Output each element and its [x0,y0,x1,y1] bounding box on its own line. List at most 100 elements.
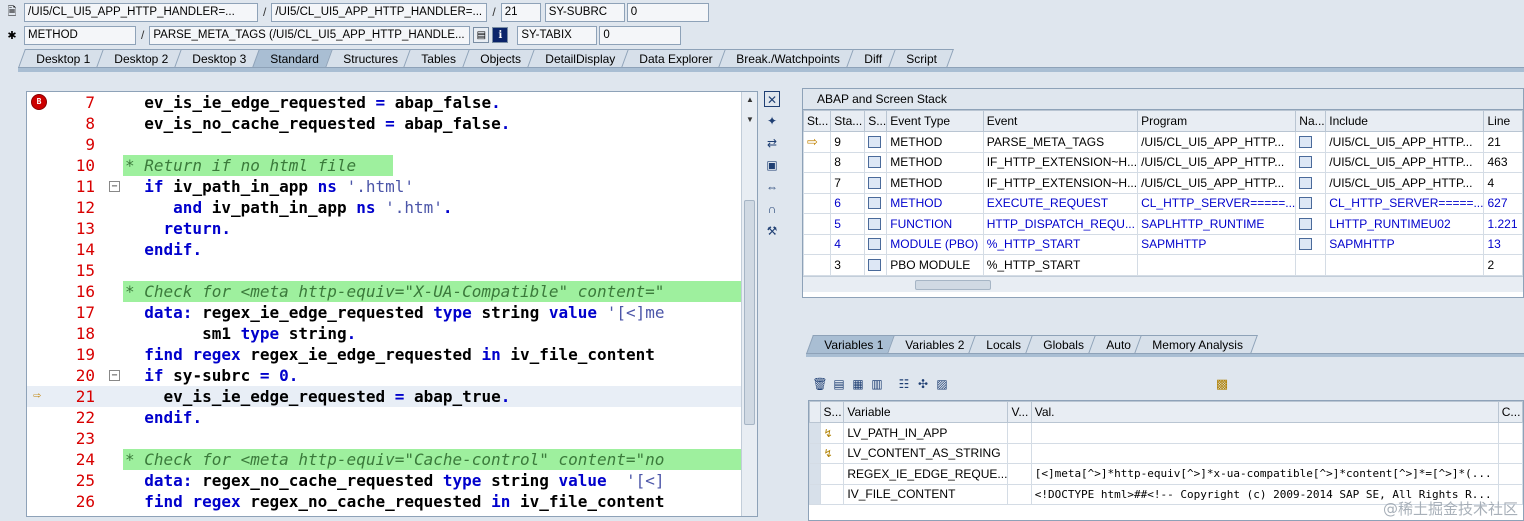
stack-row[interactable]: 5 FUNCTION HTTP_DISPATCH_REQU... SAPLHTTP_R… [803,213,1523,235]
tab-globals[interactable]: Globals [1025,335,1099,354]
navigate-icon[interactable]: ▤ [473,27,490,43]
navigate-icon[interactable] [1299,217,1313,230]
new-tool-icon[interactable]: ✦ [764,113,780,129]
headset-icon[interactable]: ∩ [764,201,780,217]
variable-row[interactable]: REGEX_IE_EDGE_REQUE... [<]meta[^>]*http-e… [809,463,1523,485]
row-selector[interactable] [809,463,821,485]
row-selector[interactable] [809,422,821,444]
breakpoint-icon[interactable]: B [31,94,47,110]
expand-width-icon[interactable]: ⇔ [764,179,780,195]
code-line[interactable]: 20 − if sy-subrc = 0. [27,365,741,386]
code-line[interactable]: 12 and iv_path_in_app ns '.htm'. [27,197,741,218]
scroll-up-icon[interactable]: ▲ [744,94,756,106]
stack-column-header[interactable]: St... [803,110,832,132]
code-line[interactable]: 13 return. [27,218,741,239]
stack-column-header[interactable]: Line [1483,110,1523,132]
info-icon[interactable]: i [492,27,509,43]
close-icon[interactable]: ✕ [764,91,780,107]
stack-row[interactable]: 8 METHOD IF_HTTP_EXTENSION~H.../UI5/CL_UI5… [803,151,1523,173]
variable-column-header[interactable]: Variable [843,401,1009,423]
code-line[interactable]: 19 find regex regex_ie_edge_requested in… [27,344,741,365]
load-icon[interactable]: ▤ [831,376,847,392]
swap-tool-icon[interactable]: ⇄ [764,135,780,151]
program-field[interactable]: /UI5/CL_UI5_APP_HTTP_HANDLER=... [24,2,258,22]
code-line[interactable]: 15 [27,260,741,281]
variable-row[interactable]: ↯ LV_PATH_IN_APP [809,422,1523,444]
tab-data-explorer[interactable]: Data Explorer [620,49,730,68]
variable-row[interactable]: ↯ LV_CONTENT_AS_STRING [809,442,1523,464]
stack-column-header[interactable]: Na... [1295,110,1327,132]
stack-column-header[interactable]: S... [864,110,888,132]
code-line[interactable]: 23 [27,428,741,449]
tab-variables-1[interactable]: Variables 1 [806,335,899,354]
row-selector[interactable] [809,442,821,464]
variable-column-header[interactable]: V... [1007,401,1032,423]
variable-change[interactable] [1497,463,1523,485]
tab-break-watchpoints[interactable]: Break./Watchpoints [718,49,857,68]
delete-icon[interactable]: 🗑 [812,376,828,392]
stack-column-header[interactable]: Event [982,110,1139,132]
variable-value[interactable] [1030,442,1499,464]
code-line[interactable]: 21 ⇨ ev_is_ie_edge_requested = abap_true. [27,386,741,407]
variable-change[interactable] [1497,442,1523,464]
code-line[interactable]: 18 sm1 type string. [27,323,741,344]
code-line[interactable]: 24 * Check for <meta http-equiv="Cache-co… [27,449,743,470]
variable-name[interactable]: LV_PATH_IN_APP [843,422,1009,444]
code-line[interactable]: 9 [27,134,741,155]
code-line[interactable]: 11 − if iv_path_in_app ns '.html' [27,176,741,197]
folder-icon[interactable]: ▨ [934,376,950,392]
row-selector[interactable] [809,483,821,505]
tab-script[interactable]: Script [887,49,954,68]
code-line[interactable]: 17 data: regex_ie_edge_requested type st… [27,302,741,323]
code-line[interactable]: 25 data: regex_no_cache_requested type s… [27,470,741,491]
navigate-icon[interactable] [1299,176,1313,189]
stack-column-header[interactable]: Event Type [886,110,984,132]
tab-desktop-3[interactable]: Desktop 3 [174,49,264,68]
tab-structures[interactable]: Structures [324,49,415,68]
navigate-icon[interactable] [1299,238,1313,251]
variable-column-header[interactable]: C... [1497,401,1523,423]
code-vertical-scrollbar[interactable]: ▲ ▼ [741,92,757,516]
scroll-thumb[interactable] [915,279,991,290]
stack-column-header[interactable]: Include [1325,110,1485,132]
navigate-icon[interactable] [1299,197,1313,210]
stack-horizontal-scrollbar[interactable] [803,275,1523,292]
stack-row[interactable]: 7 METHOD IF_HTTP_EXTENSION~H.../UI5/CL_UI5… [803,172,1523,194]
code-line[interactable]: 7 B ev_is_ie_edge_requested = abap_false. [27,92,741,113]
transfer-icon[interactable]: ✣ [915,376,931,392]
stack-row[interactable]: ⇨ 9 METHOD PARSE_META_TAGS/UI5/CL_UI5_APP_H… [803,131,1523,153]
tab-memory-analysis[interactable]: Memory Analysis [1134,335,1258,354]
tab-desktop-2[interactable]: Desktop 2 [96,49,185,68]
event-type-field[interactable]: METHOD [24,25,136,45]
variable-value[interactable]: [<]meta[^>]*http-equiv[^>]*x-ua-compatib… [1030,463,1499,485]
navigate-icon[interactable] [1299,156,1313,169]
line-field[interactable]: 21 [500,2,541,22]
scroll-thumb[interactable] [744,200,755,425]
maximize-icon[interactable]: ▣ [764,157,780,173]
tab-variables-2[interactable]: Variables 2 [887,335,980,354]
navigate-icon[interactable] [1299,135,1313,148]
variable-name[interactable]: IV_FILE_CONTENT [843,483,1009,505]
variable-name[interactable]: LV_CONTENT_AS_STRING [843,442,1009,464]
variable-change[interactable] [1497,422,1523,444]
hierarchy-icon[interactable]: ☷ [896,376,912,392]
scroll-down-icon[interactable]: ▼ [744,114,756,126]
collapse-icon[interactable]: − [109,181,120,192]
tab-detaildisplay[interactable]: DetailDisplay [526,49,632,68]
tab-objects[interactable]: Objects [462,49,538,68]
tab-desktop-1[interactable]: Desktop 1 [18,49,107,68]
variable-column-header[interactable]: Val. [1030,401,1499,423]
code-line[interactable]: 16 * Check for <meta http-equiv="X-UA-Com… [27,281,743,302]
insert-icon[interactable]: ▦ [850,376,866,392]
stack-row[interactable]: 6 METHOD EXECUTE_REQUEST CL_HTTP_SERVER====… [803,192,1523,214]
variable-column-header[interactable]: S... [819,401,845,423]
code-line[interactable]: 22 endif. [27,407,741,428]
stack-row[interactable]: 4 MODULE (PBO) %_HTTP_START SAPMHTTP SAPMHTT… [803,233,1523,255]
variable-name[interactable]: REGEX_IE_EDGE_REQUE... [843,463,1009,485]
tools-icon[interactable]: ⚒ [764,223,780,239]
source-code-pane[interactable]: 7 B ev_is_ie_edge_requested = abap_false.… [26,91,758,517]
include-field[interactable]: /UI5/CL_UI5_APP_HTTP_HANDLER=... [271,2,488,22]
stack-column-header[interactable]: Sta... [830,110,866,132]
code-line[interactable]: 26 find regex regex_no_cache_requested i… [27,491,741,512]
code-line[interactable]: 14 endif. [27,239,741,260]
